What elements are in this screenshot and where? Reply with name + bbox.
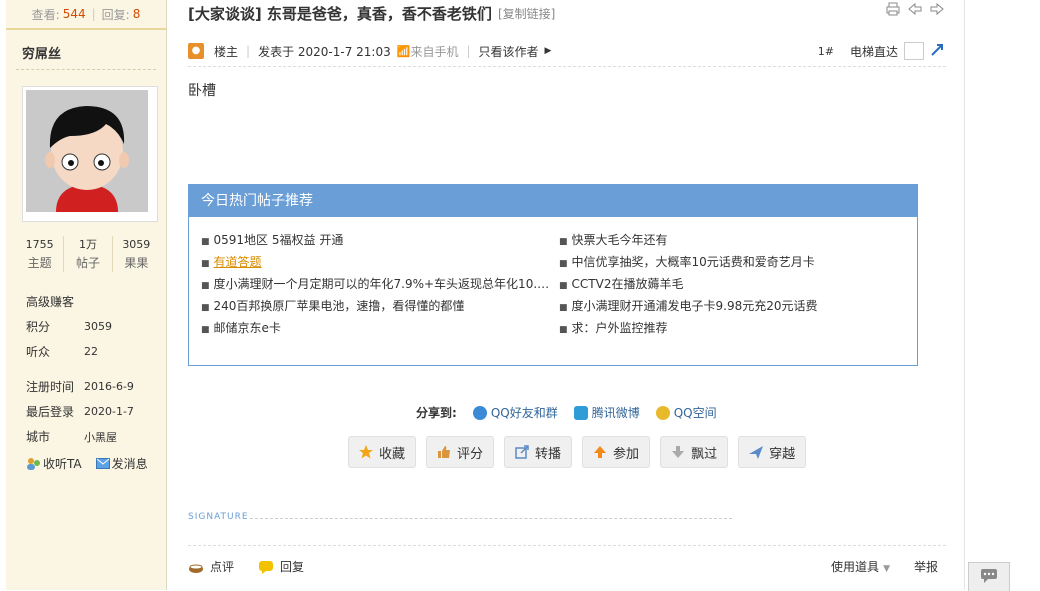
author-role: 楼主 [214,44,239,59]
report-link[interactable]: 举报 [914,558,938,575]
thread-title: [大家谈谈] 东哥是爸爸，真香，香不香老铁们 [188,4,492,23]
mobile-icon: 📶 [396,44,411,58]
plane-icon [749,445,764,459]
views-label: 查看: [31,7,60,22]
prev-thread-icon[interactable] [908,2,922,20]
share-qzone[interactable]: QQ空间 [655,404,717,421]
post-action-buttons: 收藏 评分 转播 参加 飘过 穿越 [348,436,807,468]
posts-count[interactable]: 1万 [64,236,111,254]
hot-item: ■ 度小满理财开通浦发电子卡9.98元充20元话费 [559,299,818,313]
copy-link[interactable]: [复制链接] [498,5,555,22]
author-icon: ● [188,43,204,59]
hot-item: ■ 度小满理财一个月定期可以的年化7.9%+车头返现总年化10.5... [201,277,551,291]
fruit-count[interactable]: 3059 [113,236,160,254]
hot-posts-title: 今日热门帖子推荐 [189,185,917,217]
rate-button[interactable]: 评分 [426,436,495,468]
qq-icon [472,405,487,420]
next-thread-icon[interactable] [930,2,944,20]
hot-item: ■ CCTV2在播放薅羊毛 [559,277,684,291]
down-arrow-icon [671,445,685,459]
share-bar: 分享到: QQ好友和群 腾讯微博 QQ空间 [416,404,717,421]
views-count: 544 [62,7,86,21]
users-icon [26,457,41,473]
up-arrow-icon [593,445,607,459]
post-footer: 点评 回复 使用道具 ▼ 举报 [188,558,946,575]
avatar[interactable] [22,86,158,222]
cartoon-avatar-icon [26,90,148,212]
field-followers: 听众 22 [26,345,98,359]
user-sidebar: 查看: 544 | 回复: 8 穷屌丝 1755 主题 1万帖子 3059 果果 [6,0,167,590]
use-tools-menu[interactable]: 使用道具 ▼ [831,558,890,575]
hot-item: ■ 邮储京东e卡 [201,321,281,335]
field-points: 积分 3059 [26,320,112,334]
go-icon[interactable] [930,43,944,60]
print-icon[interactable] [886,2,900,20]
hot-item: ■ 快票大毛今年还有 [559,233,668,247]
share-label: 分享到: [416,406,457,420]
replies-label: 回复: [101,7,130,22]
travel-button[interactable]: 穿越 [738,436,807,468]
username[interactable]: 穷屌丝 [6,30,166,69]
from-mobile[interactable]: 来自手机 [410,43,458,60]
field-register: 注册时间 2016-6-9 [26,380,134,394]
share-qq-friends[interactable]: QQ好友和群 [472,404,558,421]
comment-button[interactable]: 点评 [188,558,234,575]
chat-bubble-icon [980,568,998,586]
fruit-label: 果果 [124,256,149,270]
chat-button[interactable] [968,562,1010,591]
topics-count[interactable]: 1755 [16,236,63,254]
reply-button[interactable]: 回复 [258,558,304,575]
message-button[interactable]: 发消息 [95,455,148,472]
favorite-button[interactable]: 收藏 [348,436,417,468]
hot-item: ■ 240百邦换原厂苹果电池，速撸，看得懂的都懂 [201,299,465,313]
post-date: 发表于 2020-1-7 21:03 [258,44,391,59]
hot-item: ■ 中信优享抽奖，大概率10元话费和爱奇艺月卡 [559,255,815,269]
post-main: [大家谈谈] 东哥是爸爸，真香，香不香老铁们 [复制链接] ● 楼主 | 发表于… [188,0,946,574]
envelope-icon [95,457,110,472]
hot-item: ■ 有道答题 [201,255,262,269]
signature-label: SIGNATURE [188,512,249,522]
share-tencent-weibo[interactable]: 腾讯微博 [573,404,640,421]
elevator-input[interactable] [904,42,924,60]
chevron-down-icon: ▼ [883,564,890,574]
star-icon [359,445,373,459]
pass-by-button[interactable]: 飘过 [660,436,729,468]
user-rank[interactable]: 高级赚客 [26,290,166,314]
replies-count: 8 [132,7,141,21]
repost-button[interactable]: 转播 [504,436,573,468]
thread-stats: 查看: 544 | 回复: 8 [6,0,166,30]
arrow-right-icon: ▶ [544,46,552,56]
speech-bubble-icon [258,560,274,574]
field-lastlogin: 最后登录 2020-1-7 [26,405,134,419]
post-meta: ● 楼主 | 发表于 2020-1-7 21:03 📶 来自手机 | 只看该作者… [188,40,946,62]
hot-posts-box: 今日热门帖子推荐 ■ 0591地区 5福权益 开通 ■ 有道答题 ■ 度小满理财一个月… [188,184,918,366]
coffee-icon [188,560,204,574]
post-content: 卧槽 [188,83,216,99]
repost-icon [515,445,529,459]
weibo-icon [573,405,588,420]
only-author-link[interactable]: 只看该作者 [479,43,539,60]
topics-label: 主题 [27,256,52,270]
follow-button[interactable]: 收听TA [26,455,82,473]
user-counters: 1755 主题 1万帖子 3059 果果 [16,236,160,272]
field-city: 城市 小黑屋 [26,430,117,444]
hot-item: ■ 求：户外监控推荐 [559,321,668,335]
qzone-icon [655,405,670,420]
floor-number[interactable]: 1# [818,45,834,58]
hot-item: ■ 0591地区 5福权益 开通 [201,233,344,247]
join-button[interactable]: 参加 [582,436,651,468]
thumb-icon [437,445,451,459]
elevator-label: 电梯直达 [849,44,898,59]
posts-label: 帖子 [75,256,100,270]
